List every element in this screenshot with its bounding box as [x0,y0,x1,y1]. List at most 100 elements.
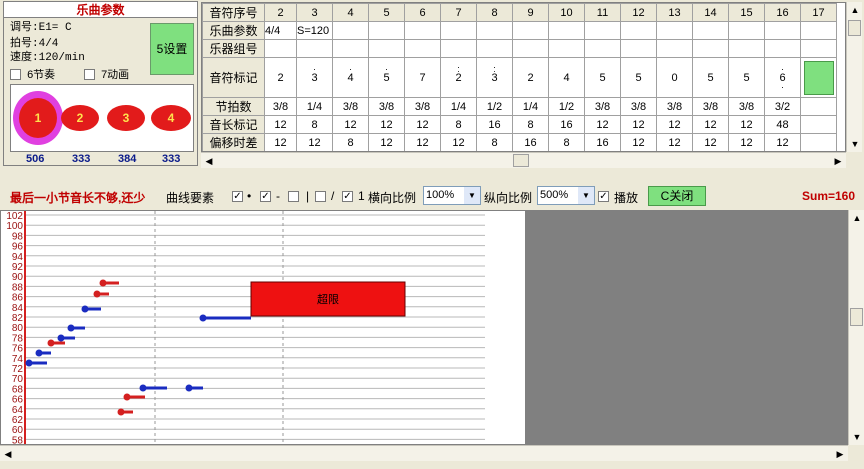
note-index-cell[interactable]: 6 [404,3,441,22]
param-cell[interactable] [584,21,621,40]
note-index-cell[interactable]: 5 [368,3,405,22]
instrument-cell[interactable] [264,39,297,58]
note-mark-cell[interactable]: 2 [512,57,549,98]
beats-cell[interactable]: 1/4 [512,97,549,116]
settings-button[interactable]: 5设置 [150,23,194,75]
beats-cell[interactable]: 1/2 [476,97,513,116]
curve-slash-checkbox[interactable] [315,191,326,202]
curve-bar-checkbox[interactable] [288,191,299,202]
param-cell[interactable] [548,21,585,40]
param-cell[interactable] [656,21,693,40]
notes-table[interactable]: 音符序号 2 3 4 5 6 7 8 9 10 11 12 13 14 15 16 17 乐曲参数 4/4 S=120… [202,3,837,151]
offset-cell[interactable]: 16 [584,133,621,151]
instrument-cell[interactable] [368,39,405,58]
ball-2[interactable]: 2 [61,105,99,131]
beats-cell[interactable]: 3/8 [584,97,621,116]
view-scroll-down-icon[interactable]: ▼ [849,429,864,445]
beats-cell[interactable]: 3/8 [404,97,441,116]
offset-cell[interactable]: 12 [296,133,333,151]
animation-checkbox[interactable]: 7动画 [84,66,129,82]
length-cell[interactable]: 16 [476,115,513,134]
beats-cell[interactable]: 1/2 [548,97,585,116]
beats-cell[interactable] [800,97,837,116]
note-mark-cell[interactable]: :2 [440,57,477,98]
instrument-cell[interactable] [656,39,693,58]
param-cell[interactable] [800,21,837,40]
param-cell[interactable] [476,21,513,40]
note-mark-cell[interactable]: · 5 [368,57,405,98]
beat-checkbox[interactable]: 6节奏 [10,66,55,82]
notes-grid[interactable]: 音符序号 2 3 4 5 6 7 8 9 10 11 12 13 14 15 16 17 乐曲参数 4/4 S=120… [201,2,846,152]
beat-checkbox-box[interactable] [10,69,21,80]
instrument-cell[interactable] [728,39,765,58]
offset-cell[interactable]: 12 [620,133,657,151]
note-index-cell[interactable]: 4 [332,3,369,22]
offset-cell[interactable]: 12 [440,133,477,151]
param-cell[interactable] [692,21,729,40]
offset-cell[interactable] [800,133,837,151]
animation-checkbox-box[interactable] [84,69,95,80]
grid-hscroll-thumb[interactable] [513,154,529,167]
beats-cell[interactable]: 3/8 [656,97,693,116]
horizontal-ratio-dropdown-icon[interactable]: ▼ [464,187,480,204]
selected-note-cell[interactable] [803,60,834,95]
length-cell[interactable]: 12 [264,115,297,134]
note-index-cell[interactable]: 11 [584,3,621,22]
instrument-cell[interactable] [440,39,477,58]
vertical-ratio-dropdown-icon[interactable]: ▼ [578,187,594,204]
instrument-cell[interactable] [512,39,549,58]
grid-horizontal-scrollbar[interactable]: ◀ ▶ [201,152,846,168]
melody-curve-view[interactable]: 102 100 98 96 94 92 90 88 86 84 82 80 78 76 74 72 70 68 66… [0,210,848,445]
beats-cell[interactable]: 3/2 [764,97,801,116]
length-cell[interactable]: 48 [764,115,801,134]
offset-cell[interactable]: 8 [332,133,369,151]
play-checkbox[interactable]: ✓ [598,191,609,202]
param-cell[interactable] [440,21,477,40]
curve-line-checkbox[interactable]: ✓ [260,191,271,202]
param-cell[interactable] [728,21,765,40]
instrument-cell[interactable] [548,39,585,58]
note-index-cell[interactable]: 9 [512,3,549,22]
beats-cell[interactable]: 1/4 [440,97,477,116]
length-cell[interactable]: 12 [584,115,621,134]
offset-cell[interactable]: 16 [512,133,549,151]
note-mark-cell[interactable]: · 4 [332,57,369,98]
ball-1[interactable]: 1 [19,98,57,138]
note-index-cell[interactable]: 15 [728,3,765,22]
note-mark-cell[interactable] [800,57,837,98]
offset-cell[interactable]: 12 [656,133,693,151]
length-cell[interactable]: 16 [548,115,585,134]
beats-cell[interactable]: 3/8 [264,97,297,116]
beats-cell[interactable]: 3/8 [368,97,405,116]
note-index-cell[interactable]: 13 [656,3,693,22]
offset-cell[interactable]: 8 [548,133,585,151]
param-cell[interactable]: S=120 [296,21,333,40]
offset-cell[interactable]: 8 [476,133,513,151]
length-cell[interactable]: 12 [368,115,405,134]
param-cell[interactable] [368,21,405,40]
offset-cell[interactable]: 12 [728,133,765,151]
ball-3[interactable]: 3 [107,105,145,131]
instrument-cell[interactable] [584,39,621,58]
length-cell[interactable]: 12 [692,115,729,134]
param-cell[interactable] [332,21,369,40]
offset-cell[interactable]: 12 [692,133,729,151]
instrument-cell[interactable] [800,39,837,58]
offset-cell[interactable]: 12 [404,133,441,151]
curve-dot-checkbox[interactable]: ✓ [232,191,243,202]
note-index-cell[interactable]: 7 [440,3,477,22]
offset-cell[interactable]: 12 [264,133,297,151]
offset-cell[interactable]: 12 [368,133,405,151]
scroll-right-icon[interactable]: ▶ [830,153,846,169]
grid-vertical-scrollbar[interactable]: ▲ ▼ [846,2,862,152]
instrument-cell[interactable] [692,39,729,58]
beats-cell[interactable]: 3/8 [728,97,765,116]
note-mark-cell[interactable]: :3 [476,57,513,98]
note-index-cell[interactable]: 10 [548,3,585,22]
view-vertical-scrollbar[interactable]: ▲ ▼ [848,210,864,445]
length-cell[interactable]: 12 [332,115,369,134]
grid-vscroll-thumb[interactable] [848,20,861,36]
note-mark-cell[interactable]: 5 [728,57,765,98]
length-cell[interactable]: 12 [404,115,441,134]
param-cell[interactable] [404,21,441,40]
